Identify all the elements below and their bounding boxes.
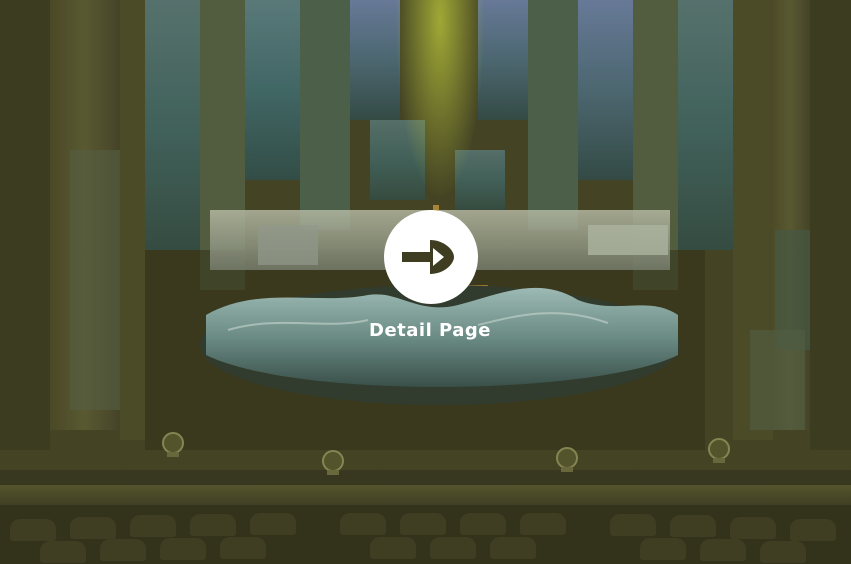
seat [490,537,536,559]
seat [430,537,476,559]
detail-page-button[interactable] [384,210,478,304]
stage-spotlight-1 [162,432,184,457]
seat [70,517,116,539]
seat [370,537,416,559]
seat [220,537,266,559]
seat [790,519,836,541]
audience-seating [0,505,851,564]
seat [340,513,386,535]
seat [610,514,656,536]
arrow-right-icon [402,240,454,274]
stage-spotlight-2 [322,450,344,475]
detail-page-label[interactable]: Detail Page [365,320,495,341]
seat [520,513,566,535]
stage-edge [0,485,851,505]
seat [460,513,506,535]
seat [730,517,776,539]
stage-spotlight-3 [556,447,578,472]
seat [250,513,296,535]
seat [100,539,146,561]
stage-spotlight-4 [708,438,730,463]
seat [670,515,716,537]
seat [400,513,446,535]
spotlight-beam [395,0,485,200]
seat [10,519,56,541]
theater-stage-image: Detail Page [0,0,851,564]
seat [160,538,206,560]
seat [760,541,806,563]
seat [700,539,746,561]
seat [190,514,236,536]
seat [640,538,686,560]
seat [130,515,176,537]
seat [40,541,86,563]
detail-page-link[interactable]: Detail Page [365,210,495,350]
